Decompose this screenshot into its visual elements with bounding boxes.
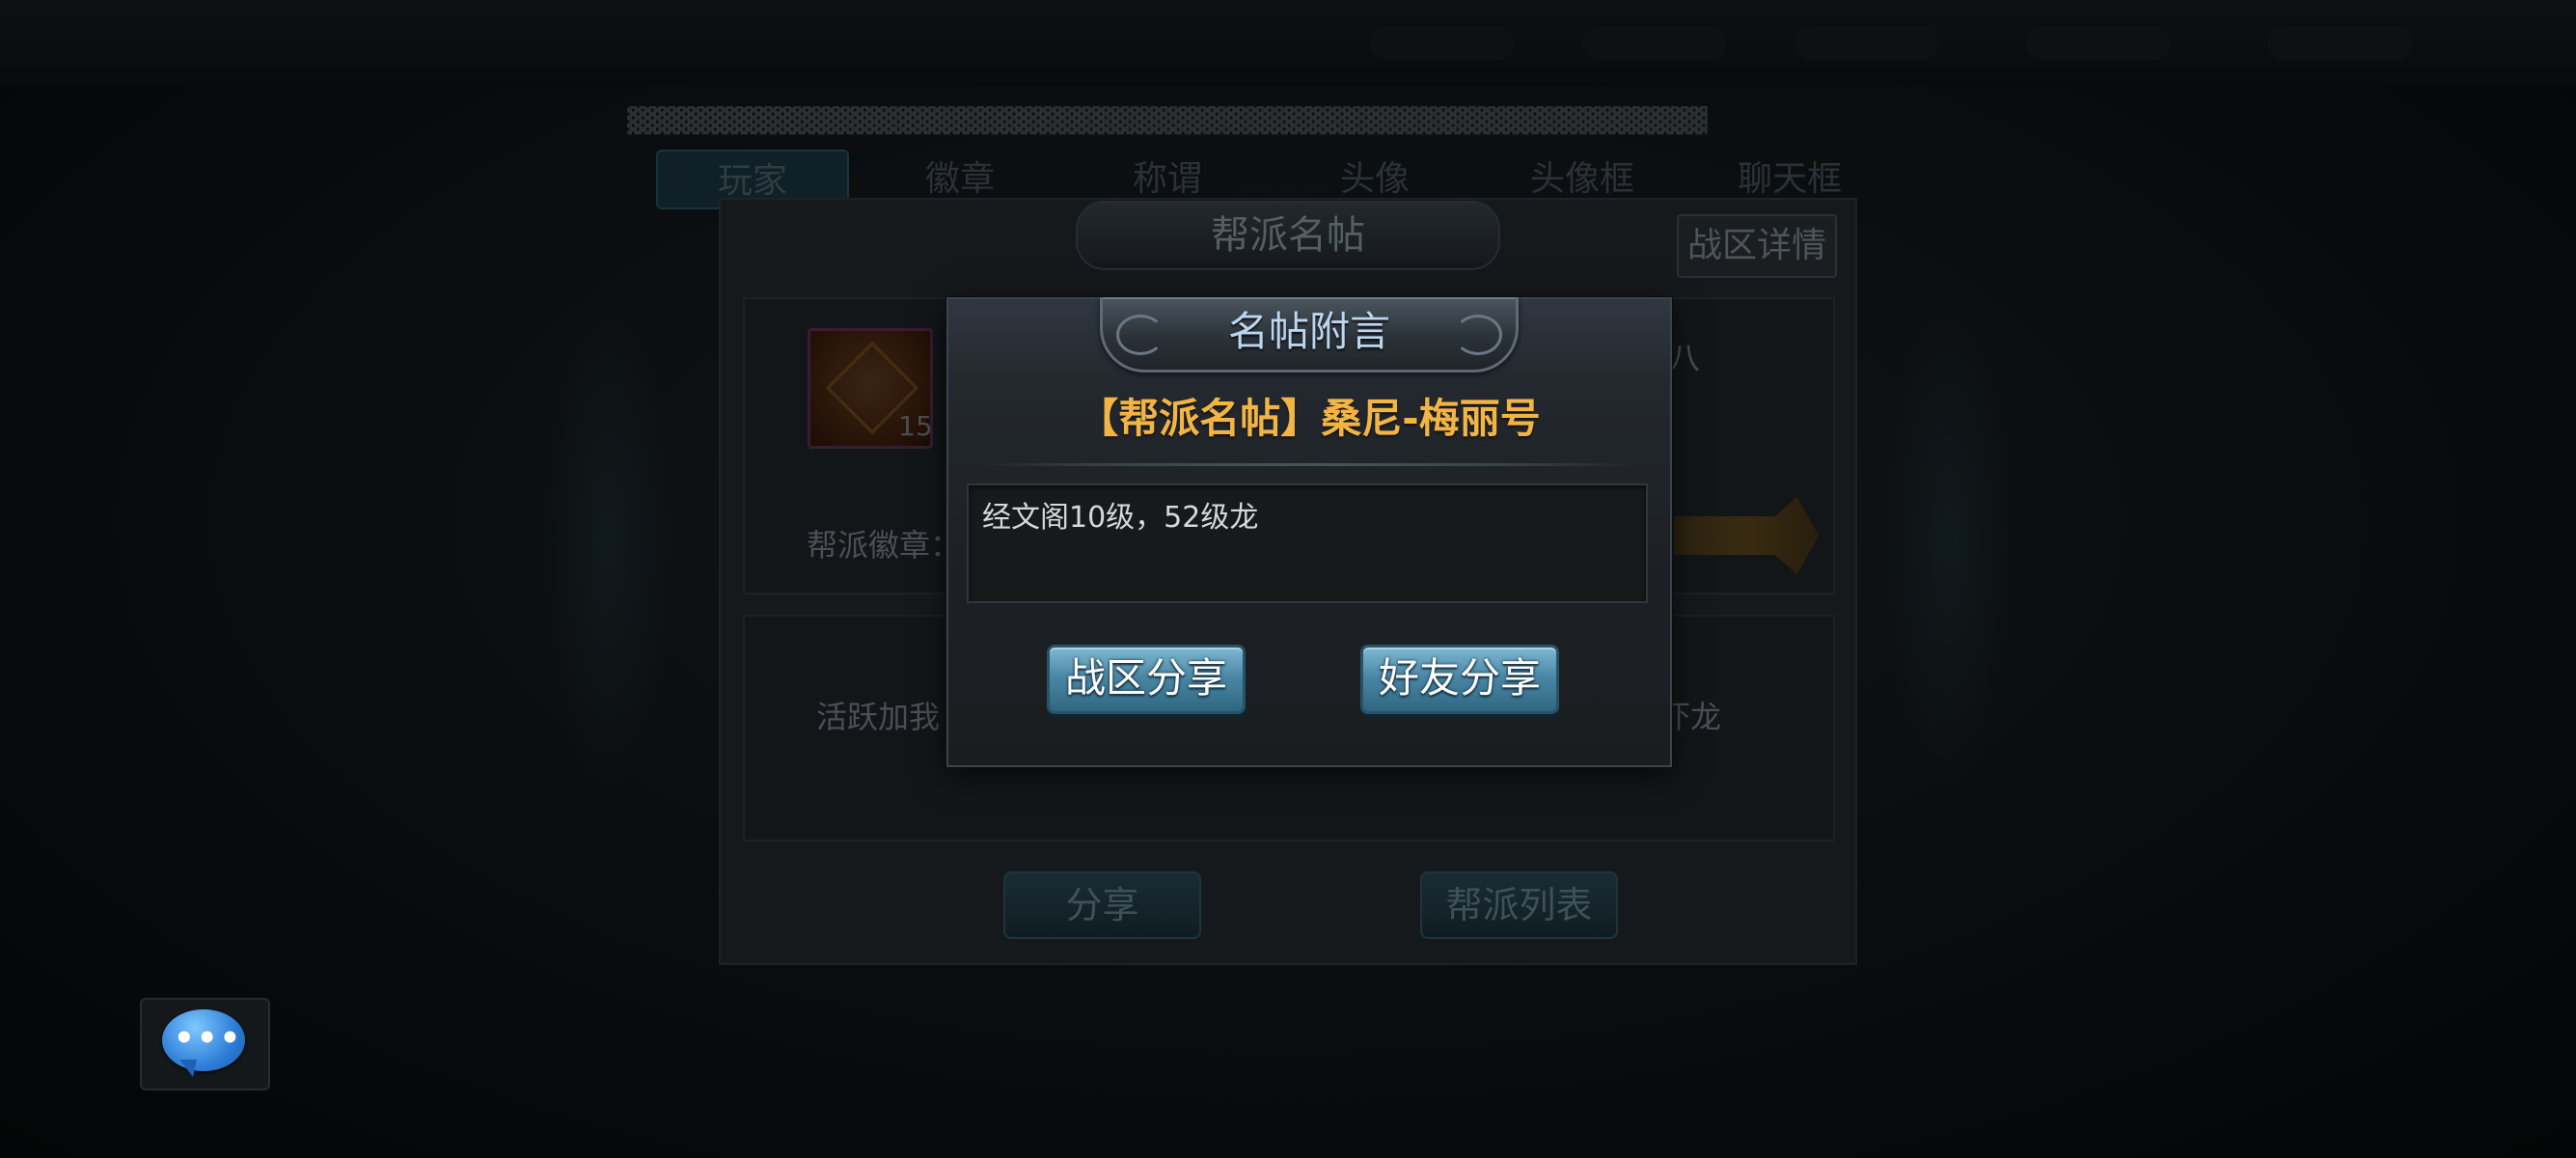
share-button[interactable]: 分享: [1003, 871, 1201, 939]
currency-slot: [1370, 27, 1515, 60]
chat-dots: •••: [174, 1019, 243, 1058]
currency-slot: [1582, 27, 1727, 60]
currency-slot: [2267, 27, 2412, 60]
top-status-bar: [0, 0, 2576, 87]
scrolling-notice: ▓▓▓▓▓▓▓▓▓▓▓▓▓▓▓▓▓▓▓▓▓▓▓▓▓▓▓▓▓▓▓▓▓▓▓▓▓▓▓▓…: [627, 106, 1708, 135]
character-silhouette: [540, 290, 675, 791]
chat-bubble-tail: [179, 1060, 197, 1077]
divider: [984, 463, 1634, 466]
guild-notice-text: 活跃加我: [816, 699, 941, 735]
zone-detail-button[interactable]: 战区详情: [1677, 214, 1837, 278]
guild-card-name: 【帮派名帖】桑尼-梅丽号: [1078, 395, 1541, 442]
currency-slot: [2026, 27, 2171, 60]
guild-card-title: 帮派名帖: [1211, 213, 1365, 258]
character-silhouette: [1881, 290, 2016, 791]
guild-list-button[interactable]: 帮派列表: [1420, 871, 1618, 939]
friend-share-button[interactable]: 好友分享: [1360, 645, 1559, 714]
dialog-title: 名帖附言: [1227, 308, 1390, 355]
guild-level: 15: [898, 410, 933, 442]
message-text[interactable]: 经文阁10级，52级龙: [982, 494, 1629, 542]
guild-info-text: 八: [1669, 340, 1701, 376]
zone-share-button[interactable]: 战区分享: [1047, 645, 1246, 714]
currency-slot: [1795, 27, 1939, 60]
guild-emblem-label: 帮派徽章：: [807, 527, 962, 564]
